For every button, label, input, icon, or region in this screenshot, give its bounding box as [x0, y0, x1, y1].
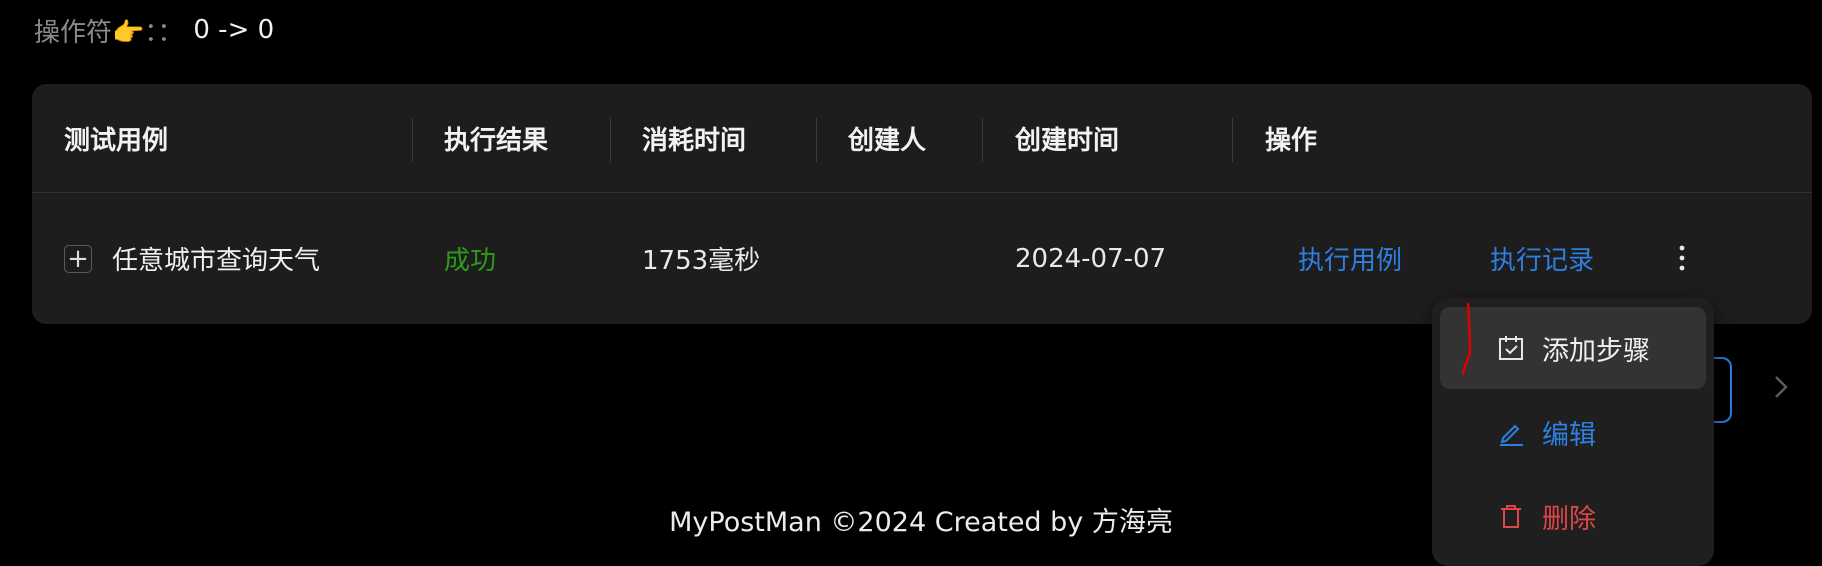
- column-header-result: 执行结果: [444, 125, 549, 156]
- duration-cell: 1753毫秒: [642, 246, 761, 276]
- column-divider: [1232, 118, 1233, 162]
- more-vertical-icon: [1679, 245, 1685, 271]
- column-header-actions: 操作: [1265, 125, 1318, 156]
- column-divider: [982, 118, 983, 162]
- row-actions-dropdown: 添加步骤 编辑 删除: [1432, 298, 1714, 566]
- chevron-right-icon: [1775, 376, 1788, 398]
- run-case-link[interactable]: 执行用例: [1298, 193, 1402, 324]
- menu-item-label: 编辑: [1542, 419, 1596, 451]
- page: 操作符👉：： 0 -> 0 测试用例 执行结果 消耗时间 创建人 创建时间 操作…: [0, 0, 1822, 566]
- more-actions-button[interactable]: [1667, 238, 1697, 278]
- menu-item-edit[interactable]: 编辑: [1440, 391, 1706, 473]
- operator-value: 0 -> 0: [193, 15, 275, 45]
- operator-line: 操作符👉：： 0 -> 0: [34, 10, 274, 50]
- calendar-check-icon: [1496, 333, 1526, 363]
- result-cell: 成功: [444, 246, 497, 276]
- column-header-test-case: 测试用例: [64, 125, 169, 156]
- operator-label: 操作符👉：：: [34, 17, 184, 48]
- created-at-cell: 2024-07-07: [1015, 243, 1167, 274]
- column-header-duration: 消耗时间: [642, 125, 747, 156]
- table-header: 测试用例 执行结果 消耗时间 创建人 创建时间 操作: [32, 84, 1812, 193]
- menu-item-label: 删除: [1542, 503, 1596, 535]
- column-divider: [610, 118, 611, 162]
- column-header-creator: 创建人: [848, 125, 927, 156]
- column-header-created-at: 创建时间: [1015, 125, 1120, 156]
- menu-item-label: 添加步骤: [1542, 335, 1650, 367]
- test-case-name: 任意城市查询天气: [112, 246, 321, 276]
- menu-item-add-step[interactable]: 添加步骤: [1440, 307, 1706, 389]
- pencil-icon: [1496, 417, 1526, 447]
- test-case-table: 测试用例 执行结果 消耗时间 创建人 创建时间 操作 + 任意城市查询天气 成功…: [32, 84, 1812, 324]
- menu-item-delete[interactable]: 删除: [1440, 475, 1706, 557]
- trash-icon: [1496, 501, 1526, 531]
- expand-row-button[interactable]: +: [64, 244, 92, 274]
- red-annotation-mark: [1461, 302, 1472, 376]
- column-divider: [412, 118, 413, 162]
- test-case-cell: + 任意城市查询天气: [64, 193, 320, 324]
- column-divider: [816, 118, 817, 162]
- pagination-next-button[interactable]: [1768, 370, 1794, 404]
